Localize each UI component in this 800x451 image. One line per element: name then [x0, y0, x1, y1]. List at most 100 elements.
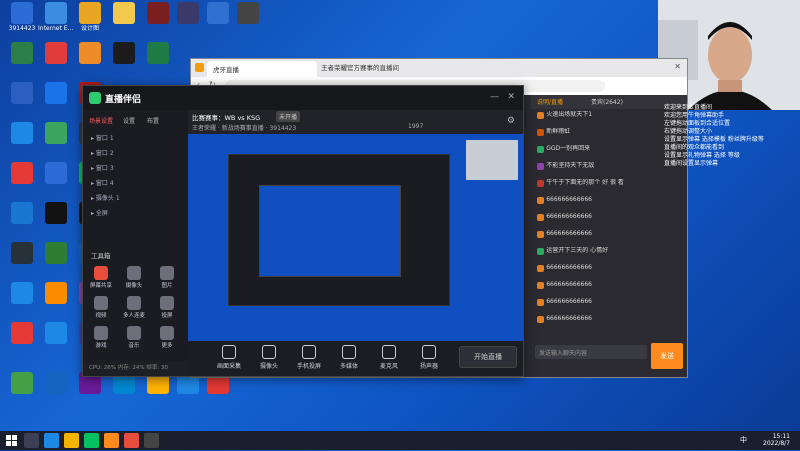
desktop-icon[interactable] — [4, 322, 40, 345]
desktop-icon[interactable] — [38, 202, 74, 225]
toolbox-app[interactable]: 屏幕共享 — [87, 266, 115, 289]
close-icon[interactable]: ✕ — [674, 62, 681, 71]
nested-preview-inner — [259, 185, 401, 277]
bottom-tool[interactable]: 摄像头 — [252, 345, 286, 370]
chat-message-text: 运营开下三天的 心情好 — [546, 247, 609, 254]
overlay-line: 直播间的观众都能看到 — [664, 144, 725, 151]
desktop-icon-glyph — [147, 2, 169, 24]
scene-item[interactable]: ▸ 窗口 4 — [91, 177, 183, 190]
desktop-icon-label: 设计图 — [80, 25, 99, 32]
desktop-icon[interactable] — [38, 322, 74, 345]
desktop-icon[interactable] — [4, 202, 40, 225]
toolbox-app[interactable]: 图片 — [153, 266, 181, 289]
desktop-icon[interactable]: 设计图 — [72, 2, 108, 32]
bottom-tool[interactable]: 多媒体 — [332, 345, 366, 370]
scene-item[interactable]: ▸ 窗口 3 — [91, 162, 183, 175]
toolbox-app[interactable]: 投屏 — [153, 296, 181, 319]
taskbar-app-3[interactable] — [84, 433, 99, 448]
sidebar-tabs: 场景设置 设置 布置 — [89, 116, 183, 128]
desktop-icon[interactable] — [38, 242, 74, 265]
browser-tab-active-title[interactable]: 王者荣耀官方赛事的直播间 — [321, 61, 521, 75]
bottom-tool[interactable]: 画面采集 — [212, 345, 246, 370]
chat-message-text: 666666666666 — [546, 230, 592, 237]
chat-message: 不能坚持天下无敌 — [537, 162, 677, 170]
browser-tab[interactable]: 虎牙直播 — [207, 61, 317, 77]
desktop-icon[interactable] — [38, 282, 74, 305]
desktop-icon[interactable] — [4, 82, 40, 105]
toolbox-app-icon — [94, 326, 108, 340]
toolbox-app-label: 游戏 — [95, 343, 107, 349]
desktop-icon[interactable] — [106, 42, 142, 65]
taskbar-app-1[interactable] — [44, 433, 59, 448]
chat-input[interactable]: 发送输入聊天内容 — [535, 345, 647, 359]
sidebar-tab-1[interactable]: 设置 — [123, 116, 135, 125]
scene-item[interactable]: ▸ 全屏 — [91, 207, 183, 220]
toolbox-app[interactable]: 多人连麦 — [120, 296, 148, 319]
chat-message: 火速出场就天下1 — [537, 111, 677, 119]
go-live-button[interactable]: 开始直播 — [459, 346, 517, 368]
toolbox-app[interactable]: 音乐 — [120, 326, 148, 349]
desktop-icon[interactable]: Internet Explorer — [38, 2, 74, 32]
bottom-tool-label: 麦克风 — [379, 363, 398, 370]
taskbar-app-4[interactable] — [104, 433, 119, 448]
taskbar-clock[interactable]: 15:11 2022/8/7 — [763, 433, 790, 447]
close-icon[interactable]: ✕ — [507, 92, 515, 102]
danmaku-helper-overlay: 欢迎来到本直播间 欢迎您用牛角弹幕助手 左键拖动面板到合适位置 右键拖动调整大小 设置显… — [664, 104, 800, 284]
ime-indicator[interactable]: 中 — [740, 435, 747, 445]
taskbar-app-2[interactable] — [64, 433, 79, 448]
bottom-tool-label: 手机投屏 — [296, 363, 321, 370]
desktop-icon[interactable] — [4, 242, 40, 265]
desktop-icon[interactable] — [38, 162, 74, 185]
bottom-tool[interactable]: 扬声器 — [412, 345, 446, 370]
desktop-icon[interactable] — [72, 42, 108, 65]
fan-badge-icon — [537, 299, 545, 306]
taskbar-app-0[interactable] — [24, 433, 39, 448]
toolbox-app[interactable]: 游戏 — [87, 326, 115, 349]
desktop-icon[interactable] — [4, 122, 40, 145]
fan-badge-icon — [537, 180, 545, 187]
bottom-tool-icon — [382, 345, 396, 359]
bottom-tool[interactable]: 麦克风 — [372, 345, 406, 370]
desktop-icon[interactable]: 3914423 — [4, 2, 40, 32]
chat-tab-1[interactable]: 贵宾(2642) — [591, 97, 623, 106]
minimize-icon[interactable]: — — [490, 92, 499, 102]
desktop-icon[interactable] — [38, 42, 74, 65]
desktop-icon[interactable] — [4, 372, 40, 395]
toolbox-app[interactable]: 视频 — [87, 296, 115, 319]
desktop-icon[interactable] — [4, 162, 40, 185]
toolbox-app-icon — [127, 326, 141, 340]
desktop-icon[interactable] — [4, 282, 40, 305]
chat-message-text: 牛牛于下面无的那个 好 很 看 — [546, 179, 624, 186]
toolbox-app[interactable]: 摄像头 — [120, 266, 148, 289]
desktop-icon[interactable] — [38, 122, 74, 145]
scene-item[interactable]: ▸ 窗口 1 — [91, 132, 183, 145]
browser-tab-title: 虎牙直播 — [213, 66, 239, 74]
desktop-icon[interactable] — [140, 42, 176, 65]
desktop-icon[interactable] — [106, 2, 142, 25]
chat-message: 666666666666 — [537, 264, 677, 272]
sidebar-tab-0[interactable]: 场景设置 — [89, 116, 113, 125]
streamer-logo-icon — [89, 92, 101, 104]
browser-tab-strip: 虎牙直播 王者荣耀官方赛事的直播间 ✕ — [191, 59, 687, 77]
chat-message-text: 666666666666 — [546, 315, 592, 322]
desktop-icon-glyph — [45, 242, 67, 264]
desktop-icon[interactable] — [4, 42, 40, 65]
desktop-icon[interactable] — [38, 82, 74, 105]
chat-message-text: 666666666666 — [546, 298, 592, 305]
start-button[interactable] — [4, 433, 19, 448]
settings-icon[interactable]: ⚙ — [507, 116, 515, 126]
scene-item[interactable]: ▸ 摄像头 1 — [91, 192, 183, 205]
desktop-icon[interactable] — [230, 2, 266, 25]
taskbar-app-5[interactable] — [124, 433, 139, 448]
scene-item[interactable]: ▸ 窗口 2 — [91, 147, 183, 160]
send-button[interactable]: 发送 — [651, 343, 683, 369]
taskbar-app-6[interactable] — [144, 433, 159, 448]
toolbox-app[interactable]: 更多 — [153, 326, 181, 349]
desktop-icon-glyph — [207, 2, 229, 24]
sidebar-tab-2[interactable]: 布置 — [147, 116, 159, 125]
bottom-tool-label: 摄像头 — [259, 363, 278, 370]
chat-tab-0[interactable]: 说明/直播 — [537, 97, 563, 106]
fan-badge-icon — [537, 214, 545, 221]
bottom-tool[interactable]: 手机投屏 — [292, 345, 326, 370]
desktop-icon[interactable] — [38, 372, 74, 395]
